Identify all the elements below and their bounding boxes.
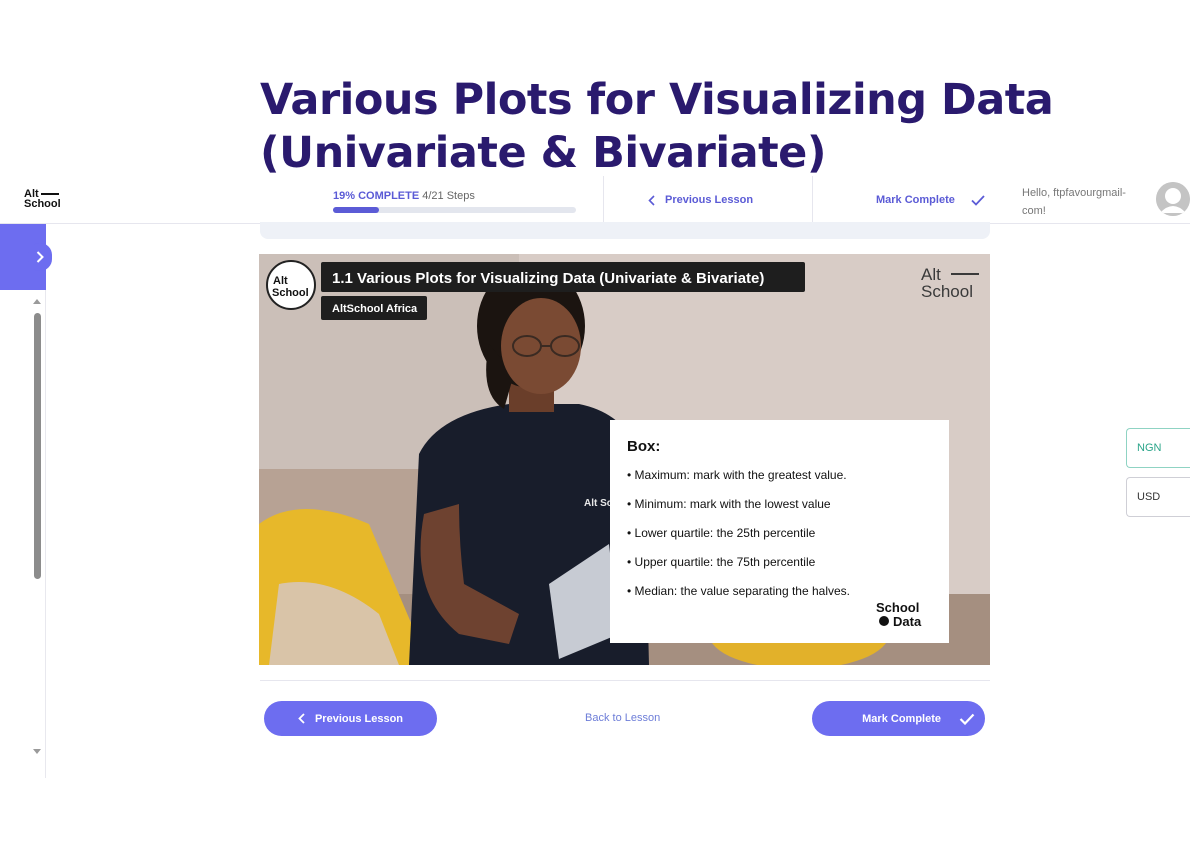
video-channel: AltSchool Africa [332, 303, 418, 315]
check-icon [959, 713, 975, 725]
chevron-left-icon [648, 194, 655, 206]
header-mark-complete-button[interactable]: Mark Complete [876, 194, 985, 206]
logo-line2: School [24, 198, 61, 210]
progress-label: 19% COMPLETE 4/21 Steps [333, 190, 475, 202]
card-brand-line2: Data [893, 614, 922, 629]
card-heading: Box: [627, 438, 660, 455]
card-item: • Lower quartile: the 25th percentile [627, 526, 816, 540]
card-item: • Median: the value separating the halve… [627, 584, 850, 598]
top-bar [0, 176, 1190, 224]
scrollbar-thumb[interactable] [34, 313, 41, 579]
progress-steps: 4/21 Steps [422, 190, 475, 202]
video-frame: Alt School Alt School 1.1 Various Plots … [259, 254, 990, 665]
currency-option-usd[interactable]: USD [1126, 477, 1190, 517]
card-item: • Minimum: mark with the lowest value [627, 497, 831, 511]
previous-lesson-label: Previous Lesson [314, 712, 404, 725]
scroll-up-icon[interactable] [33, 299, 41, 304]
scroll-down-icon[interactable] [33, 749, 41, 754]
sidebar-border [45, 290, 46, 778]
video-logo-line2: School [272, 287, 309, 299]
watermark-line2: School [921, 282, 973, 301]
content-divider [260, 680, 990, 681]
progress-percent: 19% COMPLETE [333, 190, 420, 202]
video-title: 1.1 Various Plots for Visualizing Data (… [332, 270, 764, 287]
card-brand-line1: School [876, 600, 919, 615]
chevron-left-icon [298, 713, 305, 724]
check-icon [971, 194, 985, 206]
card-item: • Upper quartile: the 75th percentile [627, 555, 816, 569]
video-logo-line1: Alt [273, 275, 288, 287]
mark-complete-button[interactable]: Mark Complete [812, 701, 985, 736]
logo-underline [40, 193, 59, 195]
progress-bar [333, 207, 576, 213]
lesson-info-strip [260, 222, 990, 239]
currency-option-ngn[interactable]: NGN [1126, 428, 1190, 468]
header-mark-complete-label: Mark Complete [876, 194, 955, 206]
user-greeting: Hello, ftpfavourgmail-com! [1022, 187, 1126, 217]
back-to-lesson-link[interactable]: Back to Lesson [585, 712, 660, 724]
mark-complete-label: Mark Complete [862, 712, 941, 725]
header-divider [812, 176, 813, 224]
sidebar-toggle-button[interactable] [28, 243, 52, 271]
previous-lesson-button[interactable]: Previous Lesson [264, 701, 437, 736]
user-icon [1156, 182, 1190, 216]
header-previous-lesson-button[interactable]: Previous Lesson [648, 194, 753, 206]
avatar[interactable] [1156, 182, 1190, 216]
video-player[interactable]: Alt School Alt School 1.1 Various Plots … [259, 254, 990, 665]
progress-bar-fill [333, 207, 380, 213]
header-previous-lesson-label: Previous Lesson [665, 194, 754, 206]
chevron-right-icon [36, 251, 44, 263]
card-item: • Maximum: mark with the greatest value. [627, 468, 847, 482]
header-divider [603, 176, 604, 224]
altschool-logo[interactable]: Alt School [24, 189, 61, 210]
lesson-title: Various Plots for Visualizing Data (Univ… [260, 75, 1054, 178]
